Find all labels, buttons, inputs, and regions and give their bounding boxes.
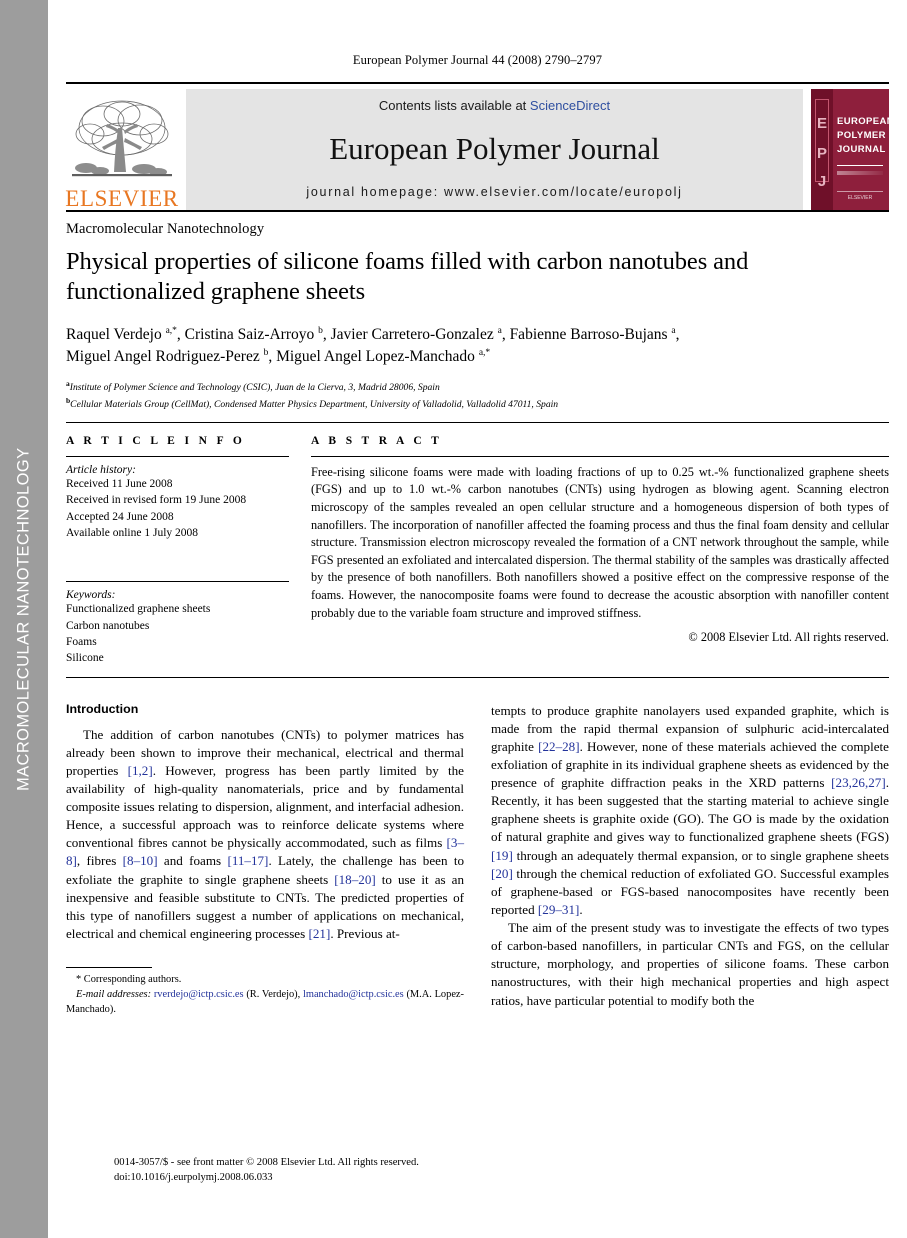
body-text-run: through an adequately thermal expansion,… [512, 847, 889, 863]
abstract-column: A B S T R A C T Free-rising silicone foa… [311, 435, 889, 667]
author-line-2: Miguel Angel Rodriguez-Perez b, Miguel A… [66, 347, 491, 365]
journal-banner: Contents lists available at ScienceDirec… [186, 89, 803, 210]
cover-spine-letter-p: P [816, 145, 827, 162]
journal-homepage-line[interactable]: journal homepage: www.elsevier.com/locat… [186, 185, 803, 199]
contents-prefix-text: Contents lists available at [378, 98, 530, 113]
article-title: Physical properties of silicone foams fi… [66, 248, 749, 306]
doi-line: doi:10.1016/j.eurpolymj.2008.06.033 [114, 1172, 273, 1184]
keyword-item: Foams [66, 635, 97, 648]
keyword-item: Silicone [66, 652, 104, 665]
article-history-received: Received 11 June 2008 [66, 477, 173, 490]
article-info-column: A R T I C L E I N F O Article history: R… [66, 435, 311, 667]
body-text-run: , fibres [76, 853, 123, 869]
footnote-email-label: E-mail addresses: [76, 988, 152, 1000]
citation-link[interactable]: [29–31] [538, 902, 579, 917]
article-history-online: Available online 1 July 2008 [66, 526, 199, 539]
body-text-run: . Previous at- [330, 925, 400, 941]
journal-page: European Polymer Journal 44 (2008) 2790–… [48, 0, 907, 1238]
footnote-emails: E-mail addresses: rverdejo@ictp.csic.es … [66, 988, 464, 1018]
body-columns: Introduction The addition of carbon nano… [66, 678, 889, 1018]
introduction-heading: Introduction [66, 701, 139, 716]
affiliation-b-text: Cellular Materials Group (CellMat), Cond… [70, 399, 559, 411]
cover-spine: E P J [811, 89, 833, 210]
cover-publisher-footer: ELSEVIER [837, 191, 883, 201]
keywords-label: Keywords: [66, 589, 116, 602]
citation-link[interactable]: [19] [491, 848, 513, 863]
info-abstract-region: A R T I C L E I N F O Article history: R… [66, 423, 889, 667]
body-paragraph: tempts to produce graphite nanolayers us… [491, 702, 889, 920]
sciencedirect-link[interactable]: ScienceDirect [530, 98, 610, 113]
footnote-rule [66, 967, 152, 969]
article-section-label: Macromolecular Nanotechnology [66, 221, 265, 237]
vertical-section-label: MACROMOLECULAR NANOTECHNOLOGY [14, 447, 33, 791]
footnote-corresponding: * Corresponding authors. [76, 974, 182, 986]
abstract-text: Free-rising silicone foams were made wit… [311, 464, 889, 620]
body-paragraph: The aim of the present study was to inve… [491, 920, 889, 1008]
issn-line: 0014-3057/$ - see front matter © 2008 El… [114, 1157, 419, 1169]
citation-link[interactable]: [18–20] [334, 872, 375, 887]
journal-masthead: ELSEVIER Contents lists available at Sci… [65, 82, 889, 211]
article-history-revised: Received in revised form 19 June 2008 [66, 494, 247, 507]
abstract-copyright: © 2008 Elsevier Ltd. All rights reserved… [688, 630, 889, 645]
cover-divider [837, 165, 883, 166]
cover-spine-letter-e: E [816, 115, 827, 132]
author-line-1: Raquel Verdejo a,*, Cristina Saiz-Arroyo… [66, 325, 680, 343]
footnote-email-1-owner: (R. Verdejo), [246, 988, 301, 1000]
article-history-accepted: Accepted 24 June 2008 [66, 510, 174, 523]
journal-title: European Polymer Journal [329, 130, 660, 166]
cover-title-line2: POLYMER [837, 129, 886, 141]
elsevier-wordmark: ELSEVIER [65, 186, 179, 211]
elsevier-logo: ELSEVIER [65, 89, 179, 211]
citation-link[interactable]: [11–17] [227, 853, 268, 868]
abstract-heading: A B S T R A C T [311, 434, 443, 447]
article-header: Macromolecular Nanotechnology Physical p… [66, 212, 889, 413]
article-history-label: Article history: [66, 463, 136, 476]
contents-available-line: Contents lists available at ScienceDirec… [186, 98, 803, 113]
body-paragraph: The addition of carbon nanotubes (CNTs) … [66, 726, 464, 944]
affiliation-a-text: Institute of Polymer Science and Technol… [69, 381, 440, 393]
citation-link[interactable]: [21] [308, 926, 330, 941]
citation-link[interactable]: [22–28] [538, 739, 579, 754]
abstract-rule [311, 455, 889, 457]
cover-spine-frame [815, 99, 829, 182]
footnote-block: * Corresponding authors. E-mail addresse… [66, 963, 464, 1017]
body-column-right: tempts to produce graphite nanolayers us… [491, 702, 889, 1018]
citation-link[interactable]: [1,2] [128, 763, 153, 778]
body-text-run: and foams [157, 853, 228, 869]
citation-link[interactable]: [8–10] [123, 853, 158, 868]
cover-title-line1: EUROPEAN [837, 116, 889, 127]
citation-link[interactable]: [23,26,27] [831, 775, 886, 790]
footnote-email-1[interactable]: rverdejo@ictp.csic.es [154, 989, 244, 1000]
article-info-heading: A R T I C L E I N F O [66, 434, 246, 447]
running-head: European Polymer Journal 44 (2008) 2790–… [352, 53, 603, 67]
body-text-run: . [579, 901, 583, 917]
keyword-item: Carbon nanotubes [66, 619, 150, 632]
cover-subtitle-block [837, 171, 883, 175]
vertical-section-rail: MACROMOLECULAR NANOTECHNOLOGY [0, 0, 48, 1238]
keyword-item: Functionalized graphene sheets [66, 603, 211, 616]
elsevier-tree-icon [72, 100, 172, 177]
author-list: Raquel Verdejo a,*, Cristina Saiz-Arroyo… [66, 324, 889, 368]
affiliation-b: bCellular Materials Group (CellMat), Con… [66, 395, 889, 413]
journal-cover-thumbnail: E P J EUROPEAN POLYMER JOURNAL ELSEVIER [811, 89, 889, 210]
keywords-rule [66, 581, 289, 583]
keywords-group: Keywords: Functionalized graphene sheets… [66, 581, 289, 666]
affiliation-a: aInstitute of Polymer Science and Techno… [66, 378, 889, 396]
cover-title-text: EUROPEAN POLYMER JOURNAL [837, 115, 889, 156]
issn-footer: 0014-3057/$ - see front matter © 2008 El… [114, 1156, 419, 1186]
footnote-email-2[interactable]: lmanchado@ictp.csic.es [303, 989, 404, 1000]
body-column-left: Introduction The addition of carbon nano… [66, 702, 464, 1018]
article-info-rule [66, 455, 289, 457]
citation-link[interactable]: [20] [491, 866, 513, 881]
cover-spine-letter-j: J [817, 173, 827, 190]
cover-title-line3: JOURNAL [837, 143, 886, 155]
